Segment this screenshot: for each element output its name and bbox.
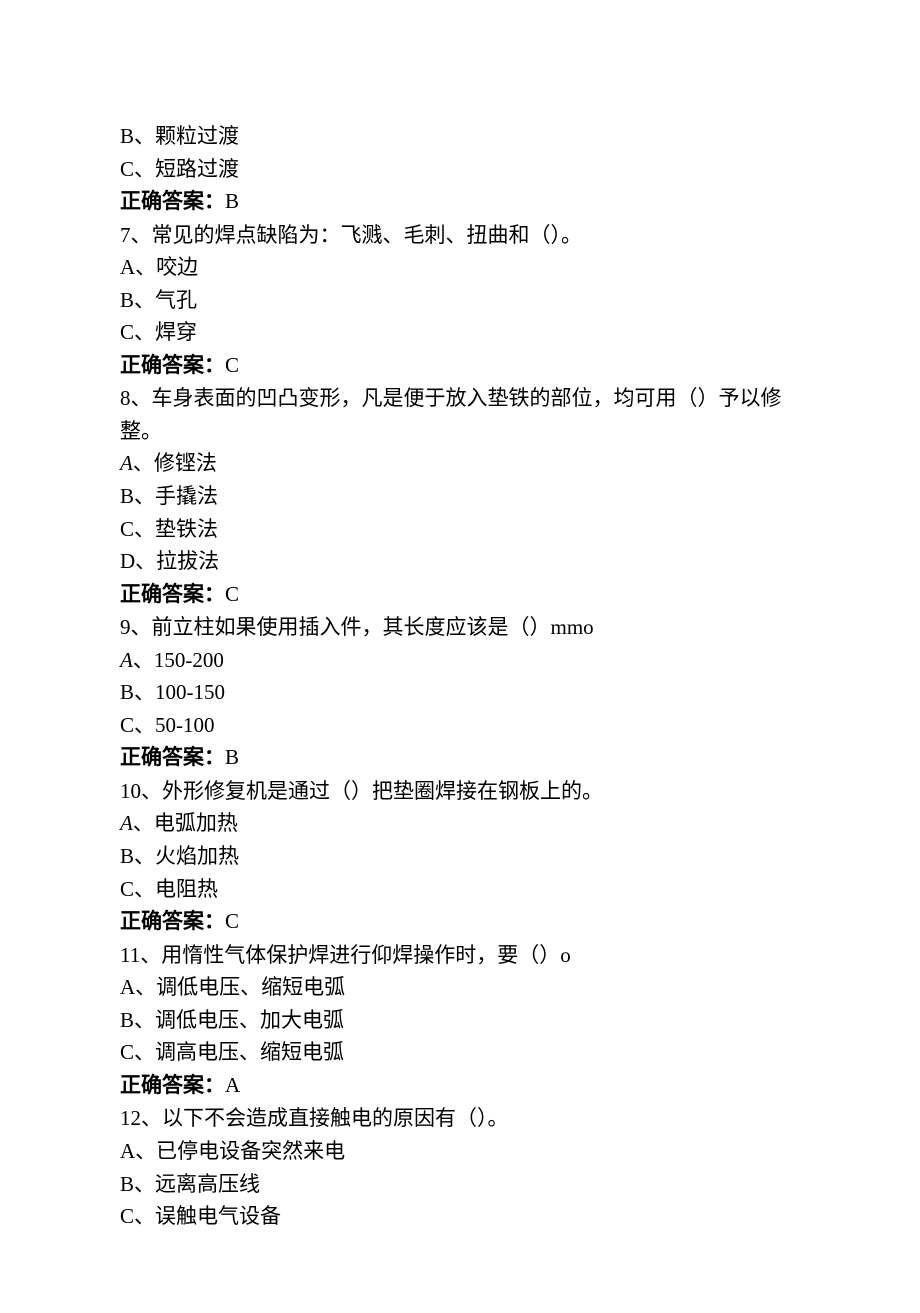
text-line: B、手撬法	[120, 480, 800, 513]
text-line: C、50-100	[120, 709, 800, 742]
text-line: C、垫铁法	[120, 513, 800, 546]
text-line: B、调低电压、加大电弧	[120, 1004, 800, 1037]
answer-label: 正确答案：	[120, 910, 225, 933]
text-line: B、远离高压线	[120, 1168, 800, 1201]
text-line: B、火焰加热	[120, 840, 800, 873]
option-text: 、电弧加热	[133, 811, 238, 835]
answer-value: C	[225, 582, 239, 606]
text-line: 10、外形修复机是通过（）把垫圈焊接在钢板上的。	[120, 775, 800, 808]
answer-label: 正确答案：	[120, 746, 225, 769]
document-content: B、颗粒过渡C、短路过渡正确答案：B7、常见的焊点缺陷为：飞溅、毛刺、扭曲和（）…	[120, 120, 800, 1233]
answer-label: 正确答案：	[120, 354, 225, 377]
text-line: D、拉拔法	[120, 545, 800, 578]
answer-value: A	[225, 1073, 240, 1097]
answer-value: C	[225, 909, 239, 933]
option-text: 、150-200	[133, 648, 224, 672]
text-line: A、咬边	[120, 251, 800, 284]
answer-value: B	[225, 745, 239, 769]
text-line: B、颗粒过渡	[120, 120, 800, 153]
answer-value: C	[225, 353, 239, 377]
text-line: 11、用惰性气体保护焊进行仰焊操作时，要（）o	[120, 939, 800, 972]
text-line: A、电弧加热	[120, 807, 800, 840]
text-line: 正确答案：B	[120, 185, 800, 219]
answer-value: B	[225, 189, 239, 213]
text-line: 正确答案：B	[120, 741, 800, 775]
text-line: 正确答案：A	[120, 1069, 800, 1103]
option-letter: A	[120, 451, 133, 475]
text-line: 正确答案：C	[120, 349, 800, 383]
text-line: C、焊穿	[120, 316, 800, 349]
option-letter: A	[120, 648, 133, 672]
text-line: 8、车身表面的凹凸变形，凡是便于放入垫铁的部位，均可用（）予以修整。	[120, 382, 800, 447]
text-line: B、100-150	[120, 676, 800, 709]
option-letter: A	[120, 811, 133, 835]
answer-label: 正确答案：	[120, 583, 225, 606]
text-line: B、气孔	[120, 284, 800, 317]
text-line: C、调高电压、缩短电弧	[120, 1036, 800, 1069]
text-line: 正确答案：C	[120, 578, 800, 612]
text-line: A、已停电设备突然来电	[120, 1135, 800, 1168]
text-line: 9、前立柱如果使用插入件，其长度应该是（）mmo	[120, 611, 800, 644]
text-line: A、修铿法	[120, 447, 800, 480]
text-line: 正确答案：C	[120, 905, 800, 939]
text-line: C、电阻热	[120, 873, 800, 906]
text-line: 12、以下不会造成直接触电的原因有（）。	[120, 1102, 800, 1135]
answer-label: 正确答案：	[120, 190, 225, 213]
text-line: 7、常见的焊点缺陷为：飞溅、毛刺、扭曲和（）。	[120, 219, 800, 252]
text-line: C、误触电气设备	[120, 1200, 800, 1233]
text-line: C、短路过渡	[120, 153, 800, 186]
text-line: A、150-200	[120, 644, 800, 677]
option-text: 、修铿法	[133, 451, 217, 475]
text-line: A、调低电压、缩短电弧	[120, 971, 800, 1004]
document-page: B、颗粒过渡C、短路过渡正确答案：B7、常见的焊点缺陷为：飞溅、毛刺、扭曲和（）…	[0, 0, 920, 1313]
answer-label: 正确答案：	[120, 1074, 225, 1097]
